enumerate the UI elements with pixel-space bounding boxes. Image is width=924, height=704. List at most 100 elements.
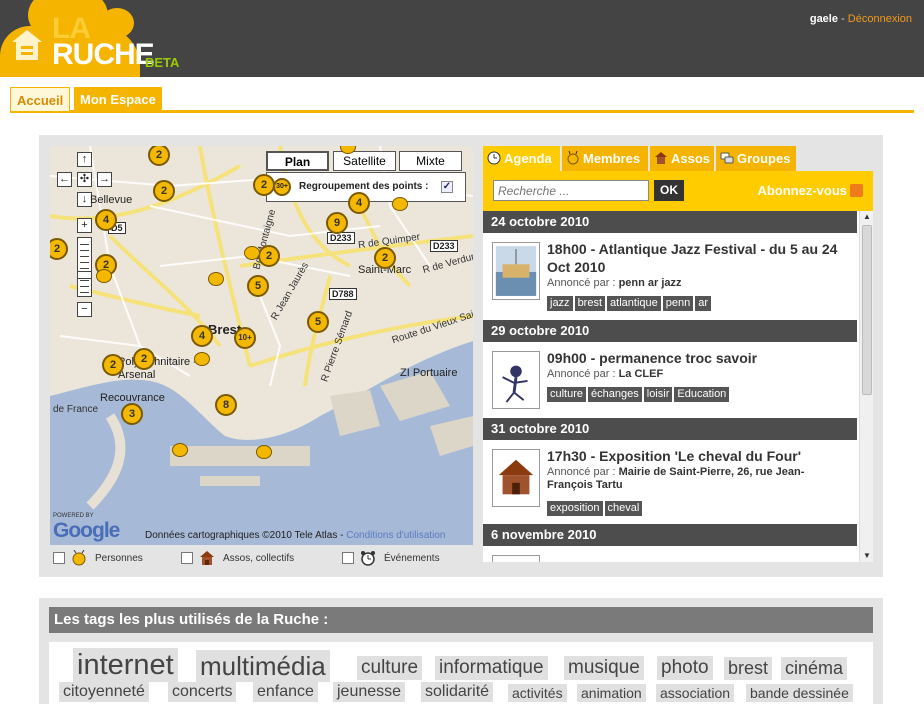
user-name[interactable]: gaele — [810, 13, 838, 25]
map-cluster-marker[interactable]: 2 — [102, 354, 124, 376]
map-cluster-marker[interactable]: 2 — [133, 348, 155, 370]
zoom-out-button[interactable]: − — [77, 302, 92, 317]
map-cluster-marker[interactable]: 5 — [247, 275, 269, 297]
tag-cloud-item[interactable]: concerts — [168, 682, 237, 702]
tag-cloud-item[interactable]: brest — [724, 657, 773, 680]
search-ok-button[interactable]: OK — [654, 180, 684, 201]
tab-mon-espace[interactable]: Mon Espace — [74, 87, 162, 111]
tag-cloud-item[interactable]: musique — [564, 656, 644, 680]
event-title[interactable]: 09h00 - permanence troc savoir — [547, 349, 857, 367]
event-author[interactable]: penn ar jazz — [619, 277, 682, 289]
scroll-down-arrow-icon[interactable]: ▼ — [860, 550, 873, 562]
pan-up-button[interactable]: ↑ — [77, 152, 92, 167]
event-thumbnail[interactable] — [492, 555, 540, 562]
logo-ruche[interactable]: RUCHE — [52, 40, 155, 70]
event-thumbnail[interactable] — [492, 351, 540, 409]
map-type-mixte-button[interactable]: Mixte — [399, 151, 462, 171]
event-tag[interactable]: loisir — [643, 387, 673, 402]
map-cluster-marker[interactable]: 3 — [121, 403, 143, 425]
event-tag[interactable]: culture — [547, 387, 587, 402]
tag-cloud-item[interactable]: jeunesse — [333, 682, 406, 702]
bee-marker-icon[interactable] — [244, 246, 260, 260]
map-cluster-marker[interactable]: 2 — [258, 245, 280, 267]
event-thumbnail[interactable] — [492, 242, 540, 300]
bee-marker-icon[interactable] — [194, 352, 210, 366]
regroup-checkbox[interactable]: ✓ — [441, 181, 453, 193]
bee-marker-icon[interactable] — [256, 445, 272, 459]
map-cluster-marker[interactable]: 8 — [215, 394, 237, 416]
zoom-slider[interactable] — [77, 237, 92, 297]
tag-cloud-item[interactable]: multimédia — [196, 650, 330, 682]
tag-cloud-item[interactable]: animation — [577, 684, 646, 702]
tag-cloud-item[interactable]: culture — [357, 656, 423, 680]
tag-cloud-item[interactable]: activités — [508, 684, 567, 702]
agenda-scrollbar[interactable]: ▲ ▼ — [859, 211, 873, 562]
map-cluster-marker[interactable]: 4 — [348, 192, 370, 214]
google-logo[interactable]: Google — [53, 519, 120, 543]
map-cluster-marker[interactable]: 4 — [95, 209, 117, 231]
agenda-list[interactable]: 24 octobre 2010 18h00 - Atlantique Jazz … — [483, 211, 873, 562]
tab-agenda[interactable]: Agenda — [483, 146, 560, 171]
legend-people-checkbox[interactable] — [53, 552, 65, 564]
scroll-up-arrow-icon[interactable]: ▲ — [860, 211, 873, 223]
tag-cloud-item[interactable]: photo — [657, 656, 713, 680]
event-tag[interactable]: Education — [674, 387, 730, 402]
map-cluster-marker[interactable]: 2 — [153, 180, 175, 202]
event-tag[interactable]: échanges — [588, 387, 642, 402]
map-view[interactable]: Plan Satellite Mixte 30+ Regroupement de… — [50, 146, 473, 545]
search-input[interactable] — [493, 180, 649, 201]
map-type-plan-button[interactable]: Plan — [266, 151, 329, 171]
terms-of-use-link[interactable]: Conditions d'utilisation — [346, 530, 445, 541]
agenda-event[interactable] — [483, 546, 857, 562]
zoom-in-button[interactable]: + — [77, 218, 92, 233]
pan-left-button[interactable]: ← — [57, 172, 72, 187]
pan-center-button[interactable]: ✣ — [77, 172, 92, 187]
map-cluster-marker[interactable]: 2 — [253, 174, 275, 196]
logout-link[interactable]: Déconnexion — [848, 13, 912, 25]
map-cluster-marker[interactable]: 5 — [307, 311, 329, 333]
pan-right-button[interactable]: → — [97, 172, 112, 187]
event-tag[interactable]: jazz — [547, 296, 573, 311]
tab-assos[interactable]: Assos — [650, 146, 714, 171]
agenda-event[interactable]: 09h00 - permanence troc savoir Annoncé p… — [483, 342, 857, 418]
map-place-label: Polytechnitaire - Arsenal — [118, 356, 197, 381]
map-type-satellite-button[interactable]: Satellite — [333, 151, 396, 171]
legend-events-checkbox[interactable] — [342, 552, 354, 564]
tag-cloud-item[interactable]: cinéma — [781, 657, 848, 680]
map-copyright: Données cartographiques ©2010 Tele Atlas… — [145, 530, 445, 541]
map-cluster-marker[interactable]: 9 — [326, 212, 348, 234]
event-thumbnail[interactable] — [492, 449, 540, 507]
event-title[interactable]: 18h00 - Atlantique Jazz Festival - du 5 … — [547, 240, 857, 276]
bee-marker-icon[interactable] — [96, 269, 112, 283]
tag-cloud-item[interactable]: informatique — [435, 656, 548, 680]
legend-assos-checkbox[interactable] — [181, 552, 193, 564]
tag-cloud-item[interactable]: association — [656, 684, 735, 702]
agenda-event[interactable]: 18h00 - Atlantique Jazz Festival - du 5 … — [483, 233, 857, 320]
map-cluster-marker[interactable]: 10+ — [234, 327, 256, 349]
tag-cloud-item[interactable]: enfance — [253, 682, 318, 702]
map-cluster-marker[interactable]: 4 — [191, 325, 213, 347]
agenda-event[interactable]: 17h30 - Exposition 'Le cheval du Four' A… — [483, 440, 857, 524]
event-tag[interactable]: cheval — [604, 501, 643, 516]
event-tag[interactable]: atlantique — [607, 296, 661, 311]
tag-cloud-item[interactable]: citoyenneté — [59, 682, 149, 702]
event-tag[interactable]: brest — [574, 296, 606, 311]
tag-cloud-item[interactable]: bande dessinée — [746, 684, 853, 702]
tag-cloud-item[interactable]: internet — [73, 648, 178, 682]
bee-marker-icon[interactable] — [392, 197, 408, 211]
map-cluster-marker[interactable]: 2 — [374, 247, 396, 269]
event-tag[interactable]: ar — [695, 296, 712, 311]
tab-membres[interactable]: Membres — [562, 146, 648, 171]
event-author[interactable]: La CLEF — [619, 368, 664, 380]
event-tag[interactable]: exposition — [547, 501, 603, 516]
scrollbar-thumb[interactable] — [862, 225, 872, 395]
event-tag[interactable]: penn — [662, 296, 694, 311]
bee-marker-icon[interactable] — [172, 443, 188, 457]
event-title[interactable]: 17h30 - Exposition 'Le cheval du Four' — [547, 447, 857, 465]
subscribe-link[interactable]: Abonnez-vous — [757, 183, 863, 198]
tab-accueil[interactable]: Accueil — [10, 87, 71, 111]
bee-marker-icon[interactable] — [208, 272, 224, 286]
tag-cloud-item[interactable]: solidarité — [421, 682, 494, 702]
zoom-slider-thumb[interactable] — [77, 271, 92, 279]
tab-groupes[interactable]: Groupes — [716, 146, 796, 171]
